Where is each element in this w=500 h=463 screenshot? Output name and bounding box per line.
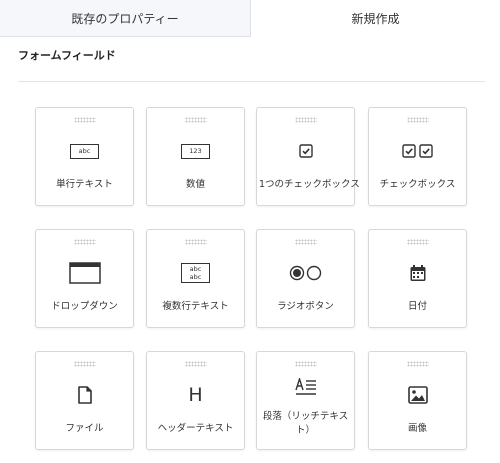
drag-handle-icon[interactable] xyxy=(73,117,96,123)
calendar-icon xyxy=(369,260,466,286)
multi-line-text-icon: abc abc xyxy=(147,260,244,286)
drag-handle-icon[interactable] xyxy=(406,361,429,367)
field-label: 段落（リッチテキスト） xyxy=(262,411,349,436)
field-image[interactable]: 画像 xyxy=(368,351,467,450)
section-divider xyxy=(18,81,485,82)
radio-buttons-icon xyxy=(257,260,354,286)
field-label: ファイル xyxy=(65,423,104,434)
drag-handle-icon[interactable] xyxy=(184,117,207,123)
paragraph-icon xyxy=(257,374,354,400)
drag-handle-icon[interactable] xyxy=(294,117,317,123)
field-label: 複数行テキスト xyxy=(162,301,229,312)
tab-bar: 既存のプロパティー 新規作成 xyxy=(0,0,500,37)
drag-handle-icon[interactable] xyxy=(406,239,429,245)
field-single-line-text[interactable]: abc 単行テキスト xyxy=(35,107,134,206)
field-label: ラジオボタン xyxy=(277,301,334,312)
drag-handle-icon[interactable] xyxy=(294,239,317,245)
field-file[interactable]: ファイル xyxy=(35,351,134,450)
field-number[interactable]: 123 数値 xyxy=(146,107,245,206)
drag-handle-icon[interactable] xyxy=(73,361,96,367)
drag-handle-icon[interactable] xyxy=(406,117,429,123)
section-title: フォームフィールド xyxy=(18,49,116,62)
image-icon xyxy=(369,382,466,408)
drag-handle-icon[interactable] xyxy=(73,239,96,245)
tab-existing-properties[interactable]: 既存のプロパティー xyxy=(0,0,251,37)
field-multi-line-text[interactable]: abc abc 複数行テキスト xyxy=(146,229,245,328)
single-line-text-icon: abc xyxy=(36,138,133,164)
drag-handle-icon[interactable] xyxy=(184,239,207,245)
drag-handle-icon[interactable] xyxy=(294,361,317,367)
field-radio-buttons[interactable]: ラジオボタン xyxy=(256,229,355,328)
dropdown-icon xyxy=(36,260,133,286)
field-checkboxes[interactable]: チェックボックス xyxy=(368,107,467,206)
tab-create-new[interactable]: 新規作成 xyxy=(251,0,500,37)
field-label: ヘッダーテキスト xyxy=(157,423,234,434)
field-dropdown[interactable]: ドロップダウン xyxy=(35,229,134,328)
field-label: 単行テキスト xyxy=(56,179,113,190)
field-label: 日付 xyxy=(407,301,427,312)
checkboxes-icon xyxy=(369,138,466,164)
field-label: チェックボックス xyxy=(379,179,456,190)
field-date[interactable]: 日付 xyxy=(368,229,467,328)
drag-handle-icon[interactable] xyxy=(184,361,207,367)
number-icon: 123 xyxy=(147,138,244,164)
field-label: 画像 xyxy=(407,423,427,434)
field-single-checkbox[interactable]: 1つのチェックボックス xyxy=(256,107,360,206)
single-checkbox-icon xyxy=(257,138,354,164)
field-label: 1つのチェックボックス xyxy=(259,179,360,190)
file-icon xyxy=(36,382,133,408)
header-text-icon: H xyxy=(188,384,203,406)
field-label: 数値 xyxy=(185,179,205,190)
field-paragraph-rich-text[interactable]: 段落（リッチテキスト） xyxy=(256,351,355,450)
field-label: ドロップダウン xyxy=(51,301,118,312)
field-header-text[interactable]: H ヘッダーテキスト xyxy=(146,351,245,450)
